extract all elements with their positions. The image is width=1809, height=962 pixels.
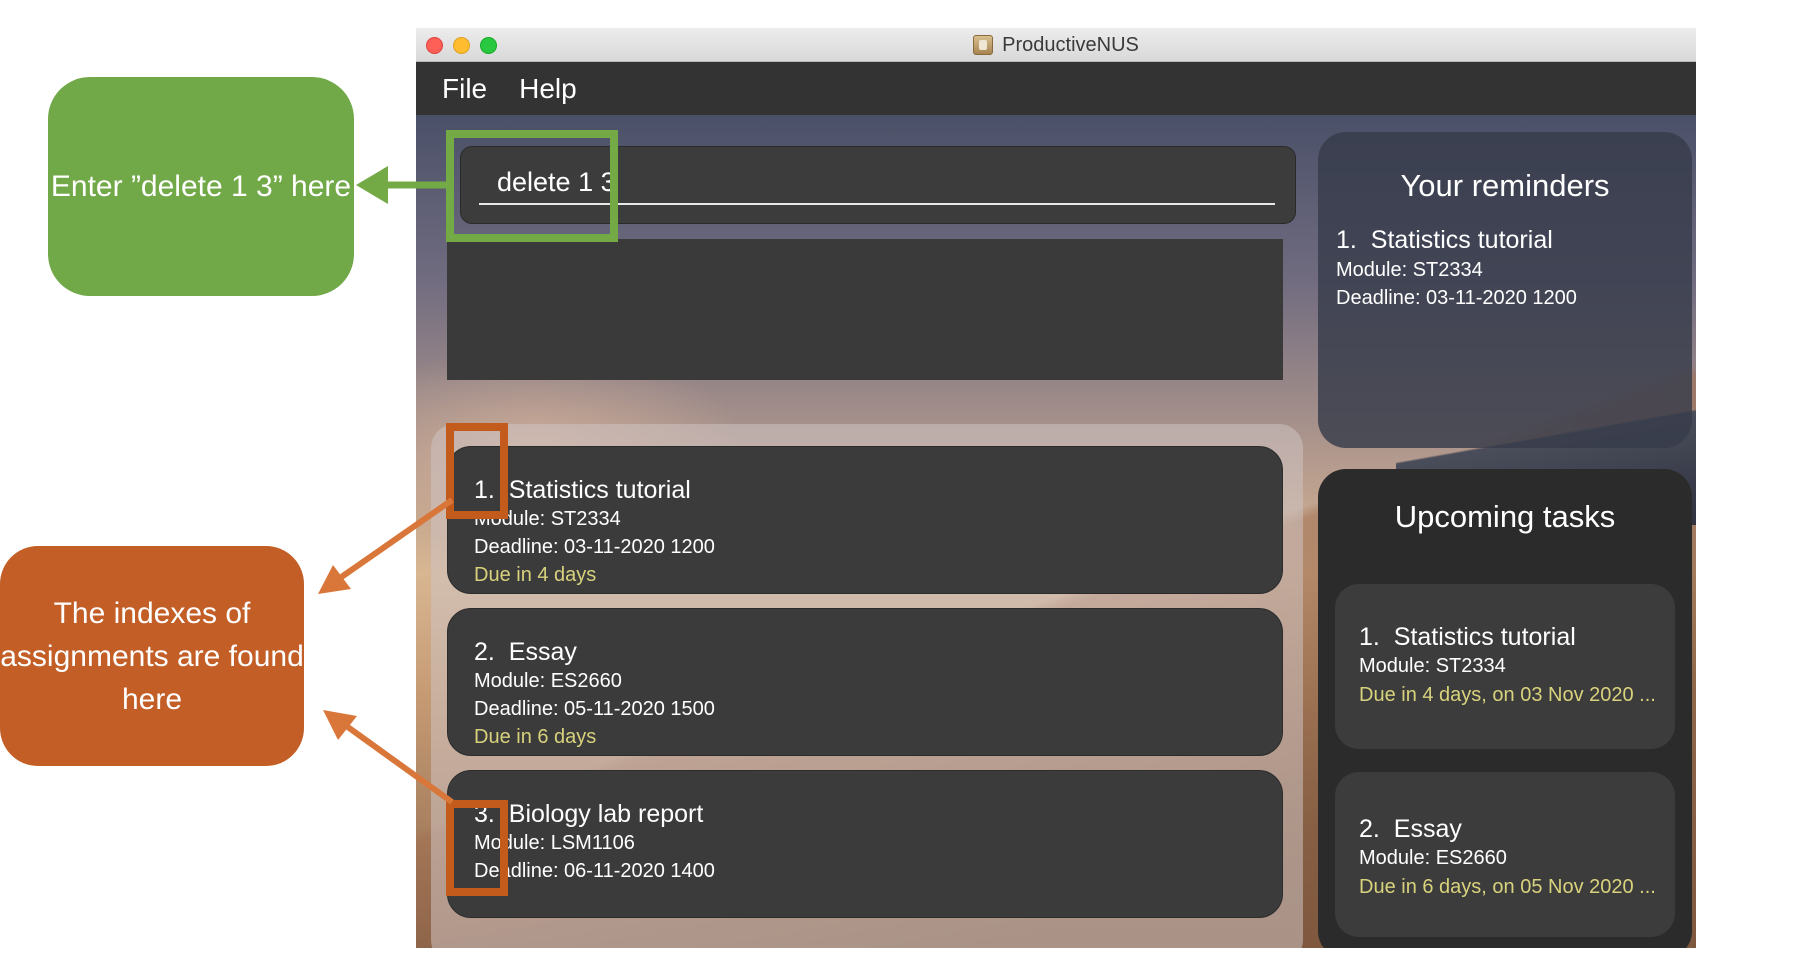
- assignment-list[interactable]: 1. Statistics tutorial Module: ST2334 De…: [431, 424, 1303, 948]
- assignment-title: 1. Statistics tutorial: [474, 475, 1256, 505]
- menu-bar: File Help: [416, 62, 1696, 115]
- assignment-card[interactable]: 1. Statistics tutorial Module: ST2334 De…: [447, 446, 1283, 594]
- assignment-deadline: Deadline: 03-11-2020 1200: [474, 536, 715, 558]
- command-highlight-box: [446, 130, 618, 242]
- upcoming-name: Statistics tutorial: [1393, 623, 1576, 651]
- upcoming-module: Module: ST2334: [1359, 655, 1506, 677]
- upcoming-card[interactable]: 1. Statistics tutorial Module: ST2334 Du…: [1335, 584, 1675, 749]
- index-highlight-box: [446, 423, 508, 519]
- result-display: [447, 239, 1283, 380]
- upcoming-due: Due in 4 days, on 03 Nov 2020 ...: [1359, 684, 1656, 706]
- upcoming-title: 2. Essay: [1359, 814, 1675, 844]
- green-arrow-head: [356, 166, 388, 204]
- index-callout: The indexes of assignments are found her…: [0, 546, 304, 766]
- assignment-module: Module: ES2660: [474, 670, 622, 692]
- assignment-due: Due in 6 days: [474, 726, 597, 748]
- upcoming-index: 2.: [1359, 815, 1380, 843]
- assignment-module: Module: ST2334: [474, 508, 621, 530]
- window-title: ProductiveNUS: [1002, 33, 1139, 56]
- reminder-index: 1.: [1336, 226, 1357, 254]
- assignment-name: Biology lab report: [508, 800, 704, 828]
- upcoming-title: 1. Statistics tutorial: [1359, 622, 1675, 652]
- reminders-heading: Your reminders: [1400, 168, 1610, 203]
- assignment-card[interactable]: 2. Essay Module: ES2660 Deadline: 05-11-…: [447, 608, 1283, 756]
- upcoming-card[interactable]: 2. Essay Module: ES2660 Due in 6 days, o…: [1335, 772, 1675, 937]
- upcoming-due: Due in 6 days, on 05 Nov 2020 ...: [1359, 876, 1656, 898]
- reminder-title: 1. Statistics tutorial: [1336, 224, 1692, 256]
- assignment-index: 2.: [474, 638, 495, 666]
- reminder-item[interactable]: 1. Statistics tutorial Module: ST2334 De…: [1318, 204, 1692, 312]
- reminder-module: Module: ST2334: [1336, 259, 1483, 281]
- assignment-card[interactable]: 3. Biology lab report Module: LSM1106 De…: [447, 770, 1283, 918]
- upcoming-heading: Upcoming tasks: [1394, 499, 1616, 534]
- command-callout: Enter ”delete 1 3” here: [48, 77, 354, 296]
- index-highlight-box: [446, 800, 508, 896]
- orange-arrow-head-top: [318, 565, 351, 594]
- reminder-name: Statistics tutorial: [1370, 226, 1553, 254]
- title-wrap: ProductiveNUS: [416, 28, 1696, 62]
- title-bar: ProductiveNUS: [416, 28, 1696, 62]
- menu-help[interactable]: Help: [493, 73, 583, 105]
- upcoming-name: Essay: [1393, 815, 1462, 843]
- assignment-name: Essay: [508, 638, 577, 666]
- orange-arrow-head-bottom: [323, 710, 357, 740]
- assignment-title: 2. Essay: [474, 637, 1256, 667]
- assignment-deadline: Deadline: 06-11-2020 1400: [474, 860, 715, 882]
- upcoming-module: Module: ES2660: [1359, 847, 1507, 869]
- assignment-deadline: Deadline: 05-11-2020 1500: [474, 698, 715, 720]
- upcoming-index: 1.: [1359, 623, 1380, 651]
- upcoming-panel: Upcoming tasks 1. Statistics tutorial Mo…: [1318, 469, 1692, 948]
- app-icon: [973, 35, 994, 55]
- assignment-due: Due in 4 days: [474, 564, 597, 586]
- reminder-deadline: Deadline: 03-11-2020 1200: [1336, 287, 1577, 309]
- reminders-panel: Your reminders 1. Statistics tutorial Mo…: [1318, 132, 1692, 448]
- menu-file[interactable]: File: [416, 73, 493, 105]
- assignment-name: Statistics tutorial: [508, 476, 691, 504]
- assignment-title: 3. Biology lab report: [474, 799, 1256, 829]
- assignment-module: Module: LSM1106: [474, 832, 635, 854]
